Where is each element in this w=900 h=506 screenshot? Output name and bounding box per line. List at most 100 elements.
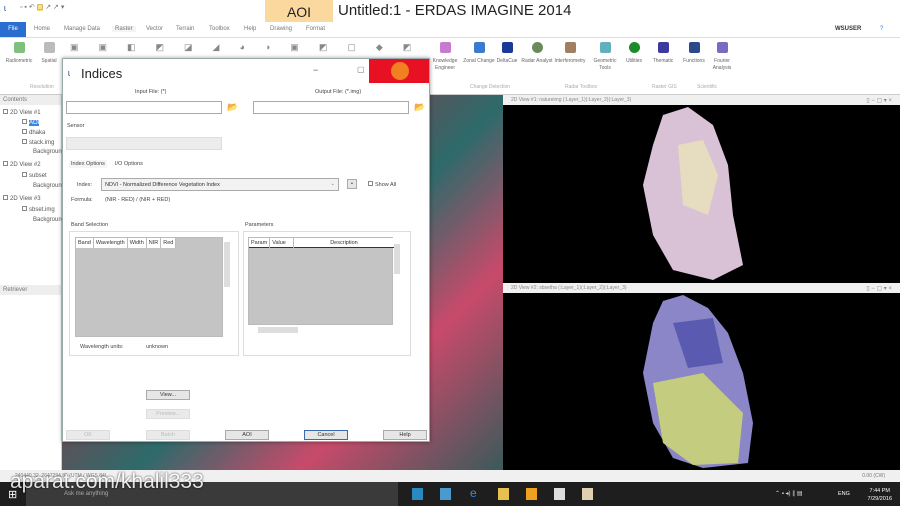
- aoi-button[interactable]: AOI: [225, 430, 269, 440]
- tab-vector[interactable]: Vector: [146, 26, 163, 32]
- thematic-icon: [657, 42, 669, 53]
- functions-icon: [688, 42, 700, 53]
- scrollbar[interactable]: [394, 244, 400, 274]
- system-tray-icons[interactable]: ⌃ ▪ ◂) ∥ ▤: [775, 490, 803, 497]
- utilities-icon: [628, 42, 640, 53]
- view-controls[interactable]: ▯ − ▢ ▾ ×: [866, 97, 892, 104]
- tab-io-options[interactable]: I/O Options: [115, 161, 143, 167]
- erdas-icon[interactable]: [412, 488, 423, 500]
- tree-item[interactable]: dhaka: [22, 129, 45, 136]
- minimize-button[interactable]: −: [313, 65, 318, 75]
- tab-home[interactable]: Home: [34, 26, 50, 32]
- sensor-label: Sensor: [67, 123, 85, 129]
- tree-item[interactable]: Background: [33, 149, 65, 155]
- window-title: Untitled:1 - ERDAS IMAGINE 2014: [338, 2, 572, 19]
- tab-index-options[interactable]: Index Options: [69, 160, 107, 168]
- horizontal-scrollbar[interactable]: [258, 327, 298, 333]
- input-file-combo[interactable]: [66, 101, 222, 114]
- app-icon[interactable]: [526, 488, 537, 500]
- spatial-button[interactable]: Spatial: [32, 42, 66, 65]
- radar-analyst-button[interactable]: Radar Analyst: [520, 42, 554, 65]
- thematic-button[interactable]: Thematic: [646, 42, 680, 65]
- dialog-title: Indices: [81, 66, 123, 81]
- view1-header: 2D View #1: natureimg (:Layer_1)(:Layer_…: [503, 95, 900, 105]
- group-label: Change Detection: [470, 84, 511, 90]
- view2-canvas[interactable]: [503, 293, 900, 470]
- spatial-icon: [43, 42, 55, 53]
- open-folder-icon[interactable]: 📂: [227, 102, 238, 113]
- tab-drawing[interactable]: Drawing: [270, 26, 292, 32]
- ok-button[interactable]: OK: [66, 430, 110, 440]
- tree-item[interactable]: stack.img: [22, 139, 54, 146]
- deltacue-button[interactable]: DeltaCue: [490, 42, 524, 65]
- tab-format[interactable]: Format: [306, 26, 325, 32]
- radiometric-button[interactable]: Radiometric: [2, 42, 36, 65]
- maximize-button[interactable]: ▢: [357, 65, 365, 74]
- erdas-active-icon[interactable]: [440, 488, 451, 500]
- formula-value: (NIR - RED) / (NIR + RED): [105, 197, 171, 203]
- cursor-highlight-icon: [391, 62, 409, 80]
- radiometric-icon: [13, 42, 25, 53]
- file-tab[interactable]: File: [0, 22, 26, 37]
- tree-item-selected[interactable]: AOI: [22, 119, 40, 126]
- band-table[interactable]: Band Wavelength Width NIR Red: [75, 237, 223, 337]
- language-indicator[interactable]: ENG: [838, 491, 850, 497]
- batch-button[interactable]: Batch: [146, 430, 190, 440]
- preview-button[interactable]: Preview...: [146, 409, 190, 419]
- radar-analyst-icon: [531, 42, 543, 53]
- open-folder-icon[interactable]: 📂: [414, 102, 425, 113]
- tree-item[interactable]: sbset.img: [22, 206, 55, 213]
- tree-item[interactable]: Background: [33, 183, 65, 189]
- deltacue-icon: [501, 42, 513, 53]
- view-controls[interactable]: ▯ − ▢ ▾ ×: [866, 285, 892, 292]
- tab-terrain[interactable]: Terrain: [176, 26, 194, 32]
- knowledge-engineer-button[interactable]: Knowledge Engineer: [428, 42, 462, 72]
- view1-canvas[interactable]: [503, 105, 900, 283]
- scale-readout: 0.00 (CW): [862, 473, 885, 479]
- quick-access-toolbar[interactable]: ▫ ▪ ↶ ▢ ↗ ↗ ▾: [20, 3, 64, 11]
- clock[interactable]: 7:44 PM 7/29/2016: [868, 487, 892, 503]
- wavelength-units-label: Wavelength units:: [80, 344, 124, 350]
- output-file-label: Output File: (*.img): [315, 89, 362, 95]
- wavelength-units-value: unknown: [146, 344, 169, 350]
- tab-manage-data[interactable]: Manage Data: [64, 26, 100, 32]
- fourier-analysis-button[interactable]: Fourier Analysis: [705, 42, 739, 72]
- interferometry-button[interactable]: Interferometry: [553, 42, 587, 65]
- tab-raster[interactable]: Raster: [112, 26, 136, 32]
- close-button[interactable]: [369, 59, 429, 83]
- view-button[interactable]: View...: [146, 390, 190, 400]
- help-button[interactable]: Help: [383, 430, 427, 440]
- ribbon-tool-icons[interactable]: ▣▣◧◩◪◢◕◑▣◩▢◆◩: [70, 42, 430, 54]
- index-combo[interactable]: NDVI - Normalized Difference Vegetation …: [101, 178, 339, 191]
- index-info-button[interactable]: •: [347, 179, 357, 189]
- fourier-analysis-icon: [716, 42, 728, 53]
- tree-item[interactable]: Background: [33, 217, 65, 223]
- group-label: Resolution: [30, 84, 54, 90]
- context-tab-aoi[interactable]: AOI: [265, 0, 333, 22]
- help-icon[interactable]: ?: [880, 26, 883, 32]
- tree-item[interactable]: 2D View #3: [3, 195, 41, 202]
- show-all-checkbox[interactable]: Show All: [368, 181, 396, 188]
- tab-help[interactable]: Help: [244, 26, 256, 32]
- index-label: Index:: [77, 182, 92, 188]
- cancel-button[interactable]: Cancel: [304, 430, 348, 440]
- store-icon[interactable]: [554, 488, 565, 500]
- parameters-label: Parameters: [245, 222, 274, 228]
- file-explorer-icon[interactable]: [498, 488, 509, 500]
- contents-header: Contents: [0, 95, 61, 105]
- knowledge-engineer-icon: [439, 42, 451, 53]
- parameters-table[interactable]: Param Value Description: [248, 237, 394, 325]
- output-file-combo[interactable]: [253, 101, 409, 114]
- edge-icon[interactable]: e: [470, 486, 481, 500]
- parameters-group: Param Value Description: [243, 231, 411, 356]
- tree-item[interactable]: 2D View #1: [3, 109, 41, 116]
- ribbon-tabs: File Home Manage Data Raster Vector Terr…: [0, 22, 900, 38]
- tab-toolbox[interactable]: Toolbox: [209, 26, 230, 32]
- parameters-table-header: Param Value Description: [249, 238, 394, 248]
- media-icon[interactable]: [582, 488, 593, 500]
- tree-item[interactable]: subset: [22, 172, 47, 179]
- scrollbar[interactable]: [224, 242, 230, 287]
- tree-item[interactable]: 2D View #2: [3, 161, 41, 168]
- sensor-combo[interactable]: [66, 137, 222, 150]
- index-value: NDVI - Normalized Difference Vegetation …: [105, 182, 220, 188]
